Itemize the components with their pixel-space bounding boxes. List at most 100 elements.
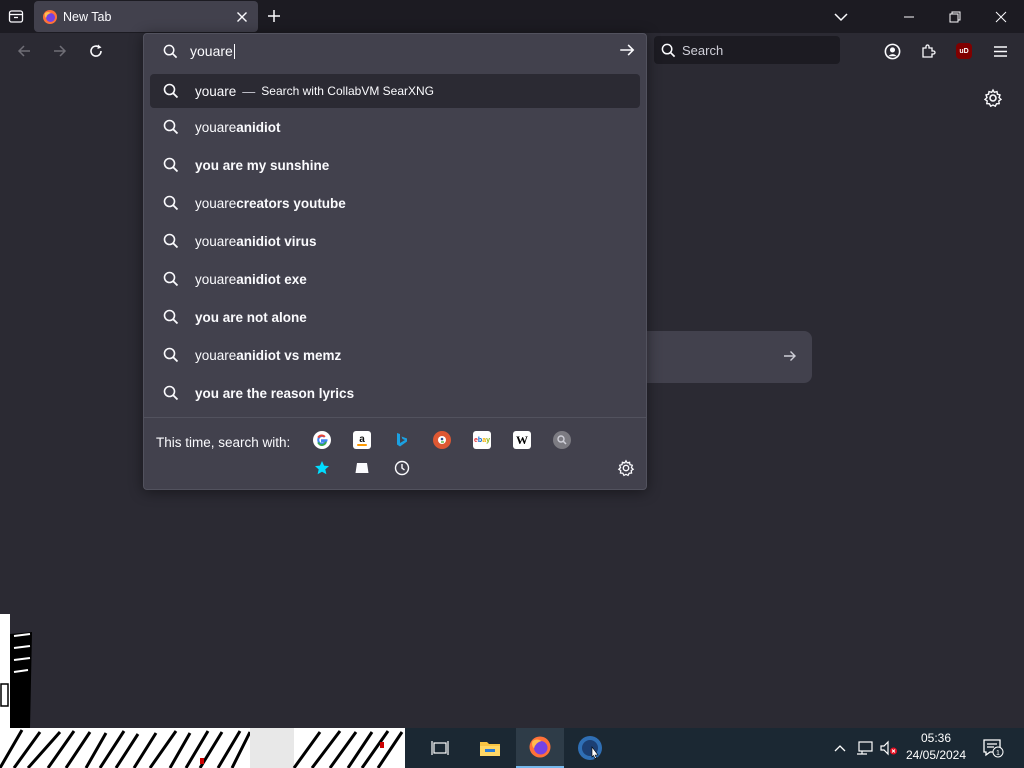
- forward-button[interactable]: [49, 40, 71, 62]
- amazon-icon: a: [357, 434, 367, 446]
- go-button[interactable]: [618, 41, 636, 64]
- amazon-engine-button[interactable]: a: [353, 431, 371, 449]
- tab-new-tab[interactable]: New Tab: [34, 1, 258, 32]
- popup-divider: [144, 417, 646, 418]
- duckduckgo-engine-button[interactable]: [433, 431, 451, 449]
- suggestion-completion: anidiot: [236, 119, 281, 135]
- action-center-button[interactable]: 1: [980, 728, 1006, 768]
- firefox-taskbar-button[interactable]: [516, 728, 564, 768]
- wikipedia-icon: W: [516, 432, 528, 447]
- address-bar-popup: youare youare — Search with CollabVM Sea…: [143, 33, 647, 490]
- address-bar-value: youare: [190, 42, 233, 59]
- reload-button[interactable]: [85, 40, 107, 62]
- address-bar-input[interactable]: youare: [144, 34, 646, 68]
- firefox-view-button[interactable]: [6, 6, 26, 26]
- tab-icon: [355, 463, 369, 473]
- ublock-origin-button[interactable]: uD: [953, 40, 975, 62]
- window-trail-artifact: [0, 614, 32, 728]
- taskbar: 05:36 24/05/2024 1: [0, 728, 1024, 768]
- suggestion-completion: you are not alone: [195, 309, 307, 325]
- search-icon: [163, 195, 179, 211]
- searxng-icon: [557, 435, 567, 445]
- ebay-engine-button[interactable]: ebay: [473, 431, 491, 449]
- close-window-button[interactable]: [978, 0, 1024, 33]
- tab-close-button[interactable]: [232, 7, 252, 27]
- history-mode-button[interactable]: [393, 459, 411, 477]
- search-icon: [163, 385, 179, 401]
- list-all-tabs-button[interactable]: [818, 0, 864, 33]
- text-caret: [233, 44, 235, 60]
- google-icon: [317, 434, 328, 446]
- new-tab-button[interactable]: [264, 6, 284, 26]
- search-suggestion[interactable]: youare anidiot: [144, 108, 646, 146]
- suggestion-typed-part: youare: [195, 119, 237, 135]
- arrow-right-icon: [784, 351, 796, 361]
- app-menu-button[interactable]: [989, 40, 1011, 62]
- collabvm-searxng-engine-button[interactable]: [553, 431, 571, 449]
- ebay-icon: ebay: [474, 436, 490, 444]
- search-suggestion[interactable]: youare anidiot vs memz: [144, 336, 646, 374]
- suggestion-completion: creators youtube: [236, 195, 346, 211]
- suggestion-typed-part: youare: [195, 271, 237, 287]
- star-icon: [315, 461, 329, 475]
- search-icon: [163, 44, 178, 58]
- app-icon: [578, 736, 602, 760]
- show-hidden-icons-button[interactable]: [830, 728, 850, 768]
- plus-icon: [268, 10, 280, 22]
- clock-time: 05:36: [920, 731, 952, 745]
- account-button[interactable]: [881, 40, 903, 62]
- arrow-right-icon: [620, 44, 635, 56]
- hamburger-menu-icon: [993, 45, 1007, 57]
- gear-icon: [617, 459, 635, 477]
- back-button[interactable]: [13, 40, 35, 62]
- result-query: youare: [195, 83, 237, 99]
- duckduckgo-icon: [438, 436, 446, 444]
- search-with-engine-result[interactable]: youare — Search with CollabVM SearXNG: [150, 74, 640, 108]
- network-button[interactable]: [854, 728, 876, 768]
- search-bar[interactable]: Search: [654, 36, 840, 64]
- clock[interactable]: 05:36 24/05/2024: [896, 730, 976, 764]
- search-bar-placeholder: Search: [682, 42, 724, 58]
- collabvm-app-button[interactable]: [566, 728, 614, 768]
- bookmarks-mode-button[interactable]: [313, 459, 331, 477]
- suggestion-completion: anidiot exe: [236, 271, 307, 287]
- search-icon: [163, 271, 179, 287]
- search-suggestion[interactable]: youare creators youtube: [144, 184, 646, 222]
- bing-engine-button[interactable]: [393, 431, 411, 449]
- folder-icon: [480, 742, 500, 756]
- suggestion-completion: you are my sunshine: [195, 157, 330, 173]
- close-icon: [237, 11, 247, 22]
- content-search-box[interactable]: [640, 331, 812, 383]
- search-icon: [661, 43, 676, 57]
- search-settings-button[interactable]: [617, 459, 635, 482]
- firefox-icon: [43, 9, 57, 24]
- search-suggestion[interactable]: you are the reason lyrics: [144, 374, 646, 412]
- notification-icon: 1: [983, 739, 1004, 758]
- personalize-new-tab-button[interactable]: [983, 88, 1003, 108]
- network-icon: [857, 741, 873, 755]
- forward-arrow-icon: [54, 45, 67, 57]
- search-icon: [163, 347, 179, 363]
- search-icon: [163, 309, 179, 325]
- restore-icon: [949, 11, 961, 22]
- search-suggestion[interactable]: you are my sunshine: [144, 146, 646, 184]
- google-engine-button[interactable]: [313, 431, 331, 449]
- ublock-badge: uD: [959, 47, 969, 55]
- restore-button[interactable]: [932, 0, 978, 33]
- firefox-icon: [529, 736, 551, 758]
- ublock-icon: uD: [956, 43, 972, 59]
- tab-title: New Tab: [63, 9, 112, 24]
- tabs-mode-button[interactable]: [353, 459, 371, 477]
- wikipedia-engine-button[interactable]: W: [513, 431, 531, 449]
- search-suggestion[interactable]: you are not alone: [144, 298, 646, 336]
- minimize-button[interactable]: [886, 0, 932, 33]
- chevron-down-icon: [834, 12, 848, 21]
- extensions-button[interactable]: [917, 40, 939, 62]
- task-view-button[interactable]: [416, 728, 464, 768]
- search-suggestion[interactable]: youare anidiot exe: [144, 260, 646, 298]
- tab-strip: New Tab: [0, 0, 1024, 33]
- search-suggestion[interactable]: youare anidiot virus: [144, 222, 646, 260]
- task-view-icon: [431, 741, 449, 755]
- search-icon: [163, 233, 179, 249]
- file-explorer-button[interactable]: [466, 728, 514, 768]
